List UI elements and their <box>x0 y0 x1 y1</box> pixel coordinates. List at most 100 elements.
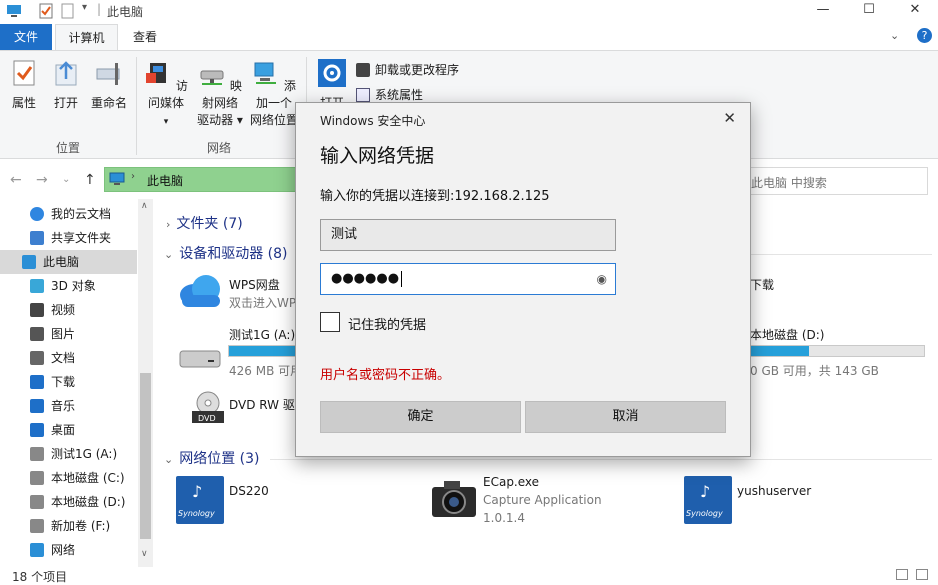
properties-button[interactable]: 属性 <box>6 59 42 112</box>
sidebar-item[interactable]: 网络 <box>0 538 137 562</box>
add-network-location-button[interactable]: 添加一个 网络位置 <box>248 59 300 129</box>
drive-a-title[interactable]: 测试1G (A:) <box>229 326 295 343</box>
sidebar-item[interactable]: 图片 <box>0 322 137 346</box>
wps-title[interactable]: WPS网盘 <box>229 276 280 293</box>
cancel-button[interactable]: 取消 <box>525 401 726 433</box>
dialog-close-button[interactable]: ✕ <box>723 109 736 127</box>
sidebar-item[interactable]: 我的云文档 <box>0 202 137 226</box>
properties-icon[interactable] <box>38 3 54 19</box>
settings-gear-icon <box>318 59 346 87</box>
recent-dropdown-icon[interactable]: ⌄ <box>62 174 70 185</box>
new-folder-icon[interactable] <box>60 3 76 19</box>
music-icon <box>30 399 44 413</box>
sidebar-item[interactable]: 音乐 <box>0 394 137 418</box>
sidebar-item-label: 网络 <box>51 543 76 557</box>
sidebar-item[interactable]: 下载 <box>0 370 137 394</box>
network-ecap-title[interactable]: ECap.exe <box>483 475 539 489</box>
media-icon <box>146 63 167 83</box>
address-input[interactable]: › 此电脑 <box>104 167 296 192</box>
title-separator: | <box>97 2 102 16</box>
sidebar-item[interactable]: 视频 <box>0 298 137 322</box>
map-drive-button[interactable]: 映射网络 驱动器 ▾ <box>194 59 246 129</box>
sidebar-item[interactable]: 测试1G (A:) <box>0 442 137 466</box>
sidebar-item-label: 3D 对象 <box>51 279 96 293</box>
sidebar-item[interactable]: 共享文件夹 <box>0 226 137 250</box>
ribbon-collapse-icon[interactable]: ⌄ <box>890 29 899 42</box>
text-caret <box>401 270 403 287</box>
large-icons-view-icon[interactable] <box>916 569 928 580</box>
help-icon[interactable]: ? <box>917 28 932 43</box>
nav-scrollbar[interactable]: ∧ ∨ <box>138 199 153 567</box>
picture-icon <box>30 327 44 341</box>
desktop-icon <box>30 423 44 437</box>
sidebar-item-label: 本地磁盘 (D:) <box>51 495 126 509</box>
chevron-right-icon: › <box>166 218 171 231</box>
document-icon <box>30 351 44 365</box>
remember-credentials-label[interactable]: 记住我的凭据 <box>348 314 426 333</box>
nav-scrollbar-thumb[interactable] <box>140 373 151 539</box>
forward-arrow-icon[interactable]: → <box>36 172 48 188</box>
error-message: 用户名或密码不正确。 <box>320 368 451 383</box>
drive-icon <box>30 495 44 509</box>
tab-view[interactable]: 查看 <box>120 24 170 50</box>
system-properties-icon <box>356 88 370 102</box>
drive-icon <box>30 471 44 485</box>
uninstall-label: 卸载或更改程序 <box>375 63 460 77</box>
dialog-title: Windows 安全中心 <box>320 114 426 128</box>
minimize-button[interactable]: — <box>800 0 846 22</box>
scroll-down-icon[interactable]: ∨ <box>141 549 148 559</box>
close-button[interactable]: ✕ <box>892 0 938 22</box>
rename-label: 重命名 <box>90 96 127 110</box>
sidebar-item-label: 音乐 <box>51 399 76 413</box>
remember-credentials-checkbox[interactable] <box>320 312 340 332</box>
sidebar-item[interactable]: 桌面 <box>0 418 137 442</box>
open-button[interactable]: 打开 <box>48 59 84 112</box>
sidebar-item[interactable]: 3D 对象 <box>0 274 137 298</box>
up-arrow-icon[interactable]: ↑ <box>84 172 96 188</box>
scroll-up-icon[interactable]: ∧ <box>141 201 148 211</box>
network-yushuserver[interactable]: yushuserver <box>737 484 811 498</box>
tab-computer[interactable]: 计算机 <box>55 24 118 51</box>
rename-button[interactable]: 重命名 <box>88 59 130 112</box>
computer-icon <box>22 255 36 269</box>
shared-folder-icon <box>30 231 44 245</box>
group-location-label: 位置 <box>56 141 81 155</box>
sidebar-item-label: 此电脑 <box>43 255 80 269</box>
details-view-icon[interactable] <box>896 569 908 580</box>
maximize-button[interactable]: ☐ <box>846 0 892 22</box>
sidebar-item[interactable]: 文档 <box>0 346 137 370</box>
breadcrumb-this-pc[interactable]: 此电脑 <box>147 172 183 189</box>
drive-icon <box>30 519 44 533</box>
username-field[interactable]: 测试 <box>320 219 616 251</box>
credential-dialog: Windows 安全中心 ✕ 输入网络凭据 输入你的凭据以连接到:192.168… <box>295 102 751 457</box>
download-drive-title[interactable]: 下载 <box>750 276 774 293</box>
password-field[interactable]: ●●●●●● ◉ <box>320 263 616 295</box>
back-arrow-icon[interactable]: ← <box>10 172 22 188</box>
sidebar-item[interactable]: 此电脑 <box>0 250 137 274</box>
music-note-icon: ♪ <box>700 482 711 501</box>
sidebar-item[interactable]: 本地磁盘 (D:) <box>0 490 137 514</box>
sidebar-item-label: 新加卷 (F:) <box>51 519 111 533</box>
breadcrumb-chevron-icon[interactable]: › <box>131 171 135 182</box>
chevron-down-icon: ⌄ <box>164 453 174 466</box>
synology-brand-label: Synology <box>178 509 215 518</box>
reveal-password-eye-icon[interactable]: ◉ <box>597 264 607 294</box>
uninstall-icon <box>356 63 370 77</box>
drive-d-title[interactable]: 本地磁盘 (D:) <box>750 326 824 343</box>
network-ds220[interactable]: DS220 <box>229 484 269 498</box>
open-label: 打开 <box>53 96 78 110</box>
search-placeholder: 此电脑 中搜索 <box>751 176 827 190</box>
quick-access-dropdown-icon[interactable]: ▾ <box>82 2 87 13</box>
synology-brand-label: Synology <box>686 509 723 518</box>
properties-icon <box>13 60 35 86</box>
tab-file[interactable]: 文件 <box>0 24 52 50</box>
dropdown-arrow-icon: ▾ <box>163 117 169 127</box>
ok-button[interactable]: 确定 <box>320 401 521 433</box>
sidebar-item[interactable]: 新加卷 (F:) <box>0 514 137 538</box>
access-media-button[interactable]: 访问媒体 ▾ <box>140 59 192 131</box>
search-input[interactable]: 此电脑 中搜索 <box>740 167 928 195</box>
sidebar-item[interactable]: 本地磁盘 (C:) <box>0 466 137 490</box>
properties-label: 属性 <box>11 96 36 110</box>
drive-a-icon <box>179 350 221 368</box>
sidebar-item-label: 共享文件夹 <box>51 231 112 245</box>
